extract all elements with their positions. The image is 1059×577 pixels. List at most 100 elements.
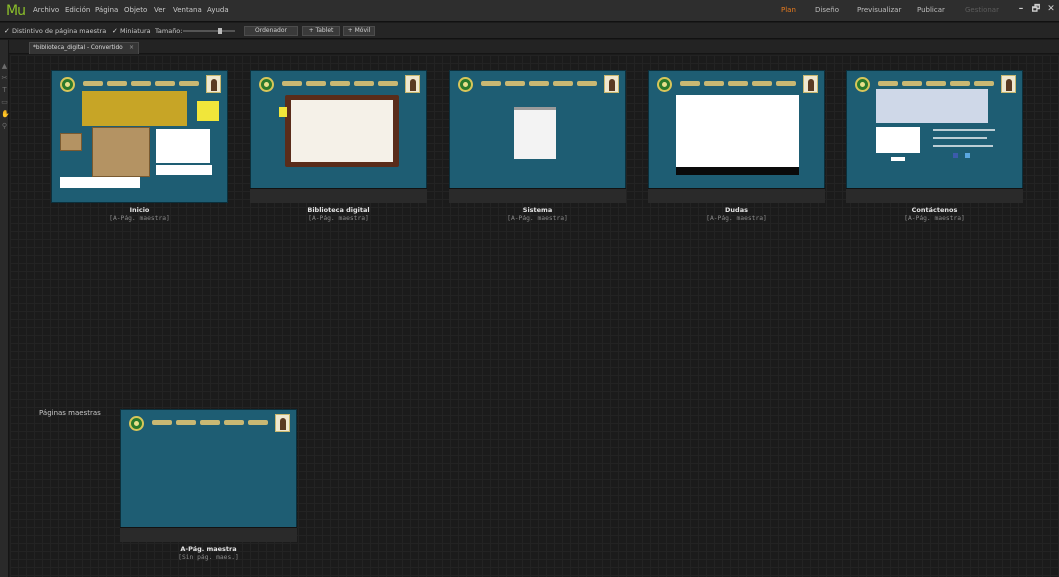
master-pages-label: Páginas maestras — [39, 409, 101, 417]
master-page-parent: [Sin pág. maes.] — [178, 554, 239, 561]
page-footer-strip — [449, 188, 626, 203]
device-tablet-button[interactable]: + Tablet — [302, 26, 340, 36]
contact-info-line — [933, 129, 995, 131]
page-master: [A-Pág. maestra] — [706, 215, 767, 222]
hand-tool-icon[interactable]: ✋ — [1, 110, 10, 118]
master-page-name: A-Pág. maestra — [180, 545, 237, 553]
book-pages — [291, 100, 393, 162]
site-navbar — [79, 81, 205, 86]
menu-ventana[interactable]: Ventana — [173, 6, 202, 14]
site-logo-icon — [259, 77, 274, 92]
faq-content-box — [676, 95, 799, 167]
page-master: [A-Pág. maestra] — [507, 215, 568, 222]
device-ordenador-button[interactable]: Ordenador — [244, 26, 298, 36]
page-thumbnail[interactable] — [449, 70, 626, 203]
thumbnail-toggle[interactable]: ✓ Miniatura — [112, 27, 151, 35]
checkmark-icon: ✓ — [112, 27, 118, 35]
device-movil-button[interactable]: + Móvil — [343, 26, 375, 36]
contact-form — [876, 127, 920, 153]
page-name: Biblioteca digital — [307, 206, 370, 214]
partner-logos — [60, 177, 140, 188]
size-label: Tamaño: — [155, 27, 183, 35]
rectangle-tool-icon[interactable]: ▭ — [1, 98, 8, 106]
menu-bar: Mu Archivo Edición Página Objeto Ver Ven… — [0, 0, 1059, 22]
crop-tool-icon[interactable]: ✂ — [1, 74, 8, 82]
master-badge-label: Distintivo de página maestra — [11, 27, 107, 35]
mode-publicar[interactable]: Publicar — [917, 6, 945, 14]
page-thumbnail[interactable] — [51, 70, 228, 203]
menu-objeto[interactable]: Objeto — [124, 6, 147, 14]
thumbnail-label: Miniatura — [119, 27, 151, 35]
page-footer-strip — [846, 188, 1023, 203]
students-photo — [82, 91, 187, 126]
site-navbar — [148, 420, 274, 425]
page-name: Dudas — [725, 206, 748, 214]
bookmark-tab — [279, 107, 287, 117]
menu-edicion[interactable]: Edición — [65, 6, 90, 14]
mode-plan[interactable]: Plan — [781, 6, 796, 14]
contact-info-line — [933, 137, 987, 139]
minimize-icon[interactable]: – — [1013, 3, 1029, 15]
page-thumbnail[interactable] — [648, 70, 825, 203]
site-logo-icon — [458, 77, 473, 92]
location-map — [876, 89, 988, 123]
menu-ver[interactable]: Ver — [154, 6, 165, 14]
page-footer-strip — [120, 527, 297, 542]
size-slider-knob[interactable] — [218, 28, 222, 34]
page-master: [A-Pág. maestra] — [904, 215, 965, 222]
document-tab-bar: *biblioteca_digital - Convertido × — [0, 40, 1059, 54]
size-slider[interactable] — [183, 30, 235, 32]
mode-previsualizar[interactable]: Previsualizar — [857, 6, 901, 14]
master-badge-toggle[interactable]: ✓ Distintivo de página maestra — [4, 27, 106, 35]
page-footer-strip — [250, 188, 427, 203]
zoom-tool-icon[interactable]: ⚲ — [1, 122, 8, 130]
sticky-note — [197, 101, 219, 121]
checkmark-icon: ✓ — [4, 27, 10, 35]
document-tab-title: *biblioteca_digital - Convertido — [33, 45, 123, 51]
options-bar: ✓ Distintivo de página maestra ✓ Miniatu… — [0, 23, 1059, 39]
page-name: Sistema — [522, 206, 553, 214]
portrait-image — [604, 75, 619, 93]
contact-info-line — [933, 145, 993, 147]
page-thumbnail[interactable] — [846, 70, 1023, 203]
page-footer-strip — [648, 188, 825, 203]
page-master: [A-Pág. maestra] — [109, 215, 170, 222]
site-navbar — [874, 81, 1000, 86]
caption-box — [156, 165, 212, 175]
close-icon[interactable]: ✕ — [1043, 3, 1059, 15]
tools-panel: ▲ ✂ T ▭ ✋ ⚲ — [0, 40, 10, 577]
portrait-image — [405, 75, 420, 93]
menu-ayuda[interactable]: Ayuda — [207, 6, 229, 14]
document-tab[interactable]: *biblioteca_digital - Convertido × — [29, 42, 139, 54]
site-logo-icon — [60, 77, 75, 92]
portrait-image — [1001, 75, 1016, 93]
notepad-image — [514, 107, 556, 159]
faq-footer-bar — [676, 167, 799, 175]
page-thumbnail[interactable] — [250, 70, 427, 203]
portrait-image — [275, 414, 290, 432]
site-logo-icon — [657, 77, 672, 92]
restore-icon[interactable]: 🗗 — [1028, 3, 1044, 15]
page-name: Inicio — [129, 206, 150, 214]
welcome-parchment — [92, 127, 150, 177]
page-master: [A-Pág. maestra] — [308, 215, 369, 222]
portrait-image — [803, 75, 818, 93]
side-menu-panel — [60, 133, 82, 151]
portrait-image — [206, 75, 221, 93]
muse-logo: Mu — [6, 3, 26, 19]
twitter-icon — [965, 153, 970, 158]
site-logo-icon — [855, 77, 870, 92]
submit-button-image — [891, 157, 905, 161]
mode-gestionar: Gestionar — [965, 6, 999, 14]
photo-frame — [156, 129, 210, 163]
master-page-thumbnail[interactable] — [120, 409, 297, 542]
menu-archivo[interactable]: Archivo — [33, 6, 59, 14]
mode-diseno[interactable]: Diseño — [815, 6, 839, 14]
site-navbar — [676, 81, 802, 86]
selection-tool-icon[interactable]: ▲ — [1, 62, 8, 70]
tab-close-icon[interactable]: × — [129, 43, 134, 53]
text-tool-icon[interactable]: T — [1, 86, 8, 94]
menu-pagina[interactable]: Página — [95, 6, 118, 14]
facebook-icon — [953, 153, 958, 158]
page-name: Contáctenos — [911, 206, 958, 214]
